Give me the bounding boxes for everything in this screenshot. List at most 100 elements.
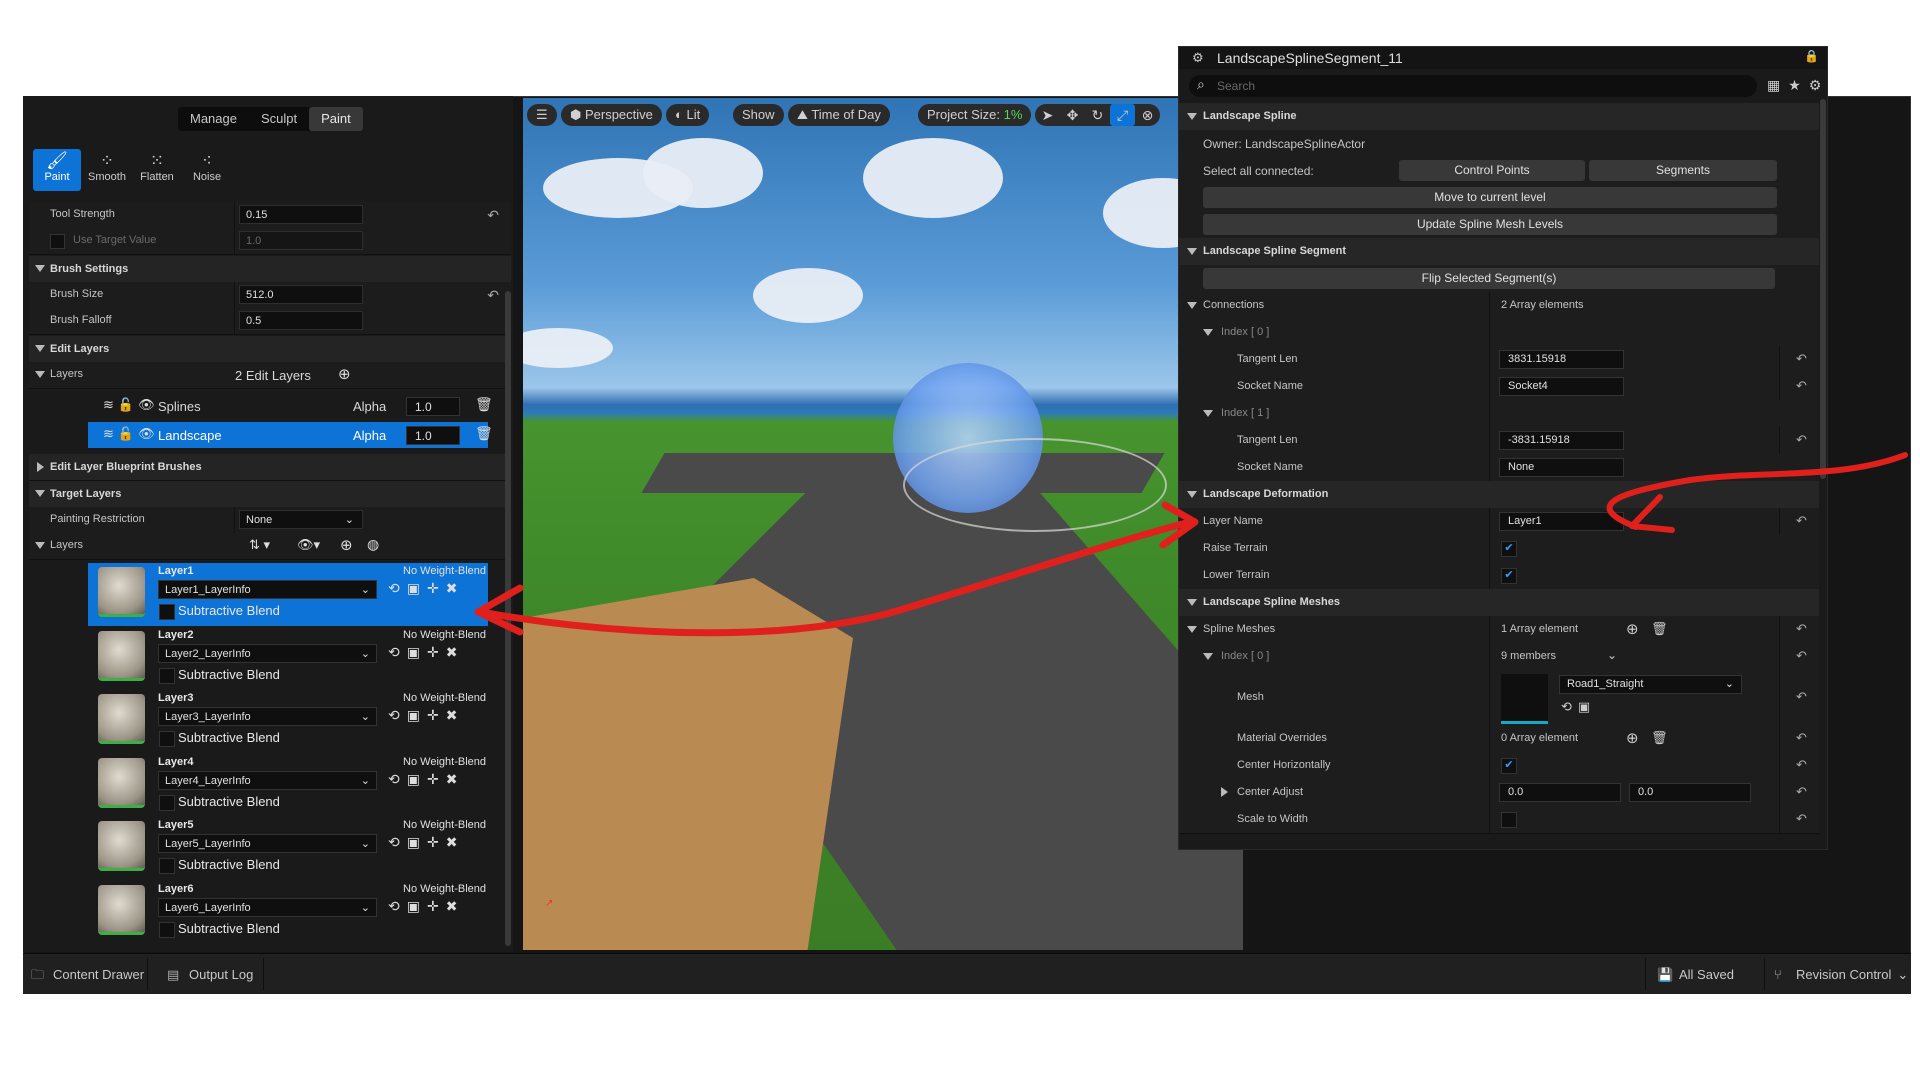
layer-visibility-icons[interactable]: ≋🔓👁 (103, 397, 159, 413)
reset-icon[interactable]: ↶ (1796, 378, 1807, 394)
content-drawer-button[interactable]: 🗀 Content Drawer (31, 964, 144, 986)
output-log-button[interactable]: ▤ Output Log (167, 964, 253, 986)
reset-icon[interactable]: ↶ (1796, 432, 1807, 448)
layer-action-icons[interactable]: ⟲▣✛✖ (388, 580, 464, 597)
layer-action-icons[interactable]: ⟲▣✛✖ (388, 707, 464, 724)
perspective-button[interactable]: ⬢ Perspective (561, 104, 662, 126)
reset-icon[interactable]: ↶ (487, 207, 499, 224)
trash-icon[interactable]: 🗑 (475, 396, 493, 413)
revision-control-button[interactable]: ⑂ Revision Control ⌄ (1774, 964, 1908, 986)
reset-icon[interactable]: ↶ (487, 287, 499, 304)
details-scrollbar[interactable] (1820, 99, 1826, 479)
landscape-spline-category[interactable]: Landscape Spline (1179, 103, 1819, 131)
reset-icon[interactable]: ↶ (1796, 351, 1807, 367)
mesh-select[interactable]: Road1_Straight ⌄ (1559, 675, 1742, 694)
center-adjust-y-input[interactable]: 0.0 (1629, 783, 1751, 802)
add-icon[interactable]: ⊕ (340, 536, 353, 554)
update-spline-mesh-levels-button[interactable]: Update Spline Mesh Levels (1203, 214, 1777, 235)
subtractive-blend-checkbox[interactable] (159, 858, 175, 874)
layer-info-select[interactable]: Layer2_LayerInfo ⌄ (158, 643, 377, 663)
time-of-day-button[interactable]: ⛰ Time of Day (788, 104, 890, 126)
subtractive-blend-checkbox[interactable] (159, 604, 175, 620)
tangent-len-input[interactable]: 3831.15918 (1499, 350, 1624, 369)
tool-strength-input[interactable]: 0.15 (239, 205, 363, 224)
brush-size-input[interactable]: 512.0 (239, 285, 363, 304)
layer-action-icons[interactable]: ⟲▣✛✖ (388, 644, 464, 661)
world-icon[interactable]: ⊗ (1135, 104, 1160, 126)
brush-falloff-input[interactable]: 0.5 (239, 311, 363, 330)
sphere-icon[interactable]: ◍ (367, 536, 379, 553)
center-adjust-x-input[interactable]: 0.0 (1499, 783, 1621, 802)
use-target-value-checkbox[interactable] (50, 234, 65, 249)
reset-icon[interactable]: ↶ (1796, 730, 1807, 746)
tool-smooth[interactable]: ⁘ Smooth (83, 149, 131, 191)
raise-terrain-checkbox[interactable]: ✔ (1501, 541, 1517, 557)
layer-info-select[interactable]: Layer5_LayerInfo ⌄ (158, 834, 377, 853)
layer-name-input[interactable]: Layer1 (1499, 512, 1624, 531)
scale-to-width-checkbox[interactable] (1501, 812, 1517, 828)
target-layer-item[interactable]: Layer1 No Weight-Blend Layer1_LayerInfo ⌄ ⟲▣… (88, 563, 488, 626)
add-icon[interactable]: ⊕ (1626, 620, 1639, 638)
subtractive-blend-checkbox[interactable] (159, 794, 175, 811)
reset-icon[interactable]: ↶ (1796, 513, 1807, 529)
tab-paint[interactable]: Paint (309, 107, 363, 131)
add-icon[interactable]: ⊕ (338, 365, 351, 383)
painting-restriction-select[interactable]: None ⌄ (239, 510, 363, 529)
move-icon[interactable]: ✥ (1060, 104, 1085, 126)
layer-action-icons[interactable]: ⟲▣✛✖ (388, 898, 464, 915)
tangent-len-input[interactable]: -3831.15918 (1499, 431, 1624, 450)
landscape-deformation-category[interactable]: Landscape Deformation (1179, 481, 1819, 509)
layer-action-icons[interactable]: ⟲▣✛✖ (388, 771, 464, 788)
alpha-input[interactable]: 1.0 (406, 426, 460, 445)
socket-name-input[interactable]: Socket4 (1499, 377, 1624, 396)
trash-icon[interactable]: 🗑 (1651, 621, 1668, 637)
all-saved-button[interactable]: 💾 All Saved (1657, 964, 1734, 986)
table-icon[interactable]: ▦ (1767, 77, 1788, 93)
landscape-spline-segment-category[interactable]: Landscape Spline Segment (1179, 238, 1819, 266)
layer-action-icons[interactable]: ⟲▣✛✖ (388, 834, 464, 851)
edit-layer-landscape[interactable]: ≋🔓👁 Landscape Alpha 1.0 🗑 (88, 422, 493, 448)
show-button[interactable]: Show (733, 104, 784, 126)
subtractive-blend-checkbox[interactable] (159, 921, 175, 938)
star-icon[interactable]: ★ (1788, 77, 1809, 93)
visibility-icon[interactable]: 👁▾ (297, 537, 320, 553)
tool-noise[interactable]: ⁖ Noise (183, 149, 231, 191)
landscape-spline-meshes-category[interactable]: Landscape Spline Meshes (1179, 589, 1819, 617)
edit-layers-category[interactable]: Edit Layers (29, 336, 511, 363)
socket-name-input[interactable]: None (1499, 458, 1624, 477)
lock-icon[interactable]: 🔒 (1804, 49, 1819, 63)
control-points-button[interactable]: Control Points (1399, 160, 1585, 181)
reset-icon[interactable]: ↶ (1796, 757, 1807, 773)
left-scrollbar[interactable] (505, 291, 511, 946)
target-layers-category[interactable]: Target Layers (29, 481, 511, 508)
tab-manage[interactable]: Manage (178, 107, 249, 131)
layer-visibility-icons[interactable]: ≋🔓👁 (103, 426, 159, 442)
target-layer-item[interactable]: Layer3 No Weight-Blend Layer3_LayerInfo ⌄ ⟲▣… (88, 690, 488, 753)
layer-info-select[interactable]: Layer3_LayerInfo ⌄ (158, 707, 377, 726)
move-to-current-level-button[interactable]: Move to current level (1203, 187, 1777, 208)
target-layer-item[interactable]: Layer6 No Weight-Blend Layer6_LayerInfo ⌄ ⟲▣… (88, 881, 488, 944)
brush-settings-category[interactable]: Brush Settings (29, 256, 511, 283)
reset-icon[interactable]: ↶ (1796, 784, 1807, 800)
target-layer-item[interactable]: Layer5 No Weight-Blend Layer5_LayerInfo ⌄ ⟲▣… (88, 817, 488, 880)
mesh-thumbnail[interactable] (1501, 674, 1548, 724)
trash-icon[interactable]: 🗑 (1651, 730, 1668, 746)
tool-flatten[interactable]: ⁙ Flatten (133, 149, 181, 191)
chevron-down-icon[interactable]: ⌄ (1607, 648, 1617, 662)
trash-icon[interactable]: 🗑 (475, 425, 493, 442)
level-viewport[interactable]: ☰ ⬢ Perspective ◐ Lit Show ⛰ Time of Day… (523, 98, 1243, 950)
viewport-menu-button[interactable]: ☰ (527, 104, 557, 126)
scale-icon[interactable]: ⤢ (1110, 104, 1135, 126)
rotate-icon[interactable]: ↻ (1085, 104, 1110, 126)
add-icon[interactable]: ⊕ (1626, 729, 1639, 747)
gear-icon[interactable]: ⚙ (1809, 77, 1827, 93)
browse-icons[interactable]: ⟲▣ (1561, 699, 1596, 715)
tool-paint[interactable]: 🖌 Paint (33, 149, 81, 191)
tab-sculpt[interactable]: Sculpt (249, 107, 309, 131)
layer-info-select[interactable]: Layer1_LayerInfo ⌄ (158, 580, 377, 599)
segments-button[interactable]: Segments (1589, 160, 1777, 181)
target-layer-item[interactable]: Layer2 No Weight-Blend Layer2_LayerInfo ⌄ ⟲▣… (88, 627, 488, 690)
details-search-input[interactable]: ⌕ Search (1189, 75, 1757, 97)
sort-icon[interactable]: ⇅ ▾ (249, 537, 270, 553)
edit-layer-splines[interactable]: ≋🔓👁 Splines Alpha 1.0 🗑 (88, 393, 493, 419)
